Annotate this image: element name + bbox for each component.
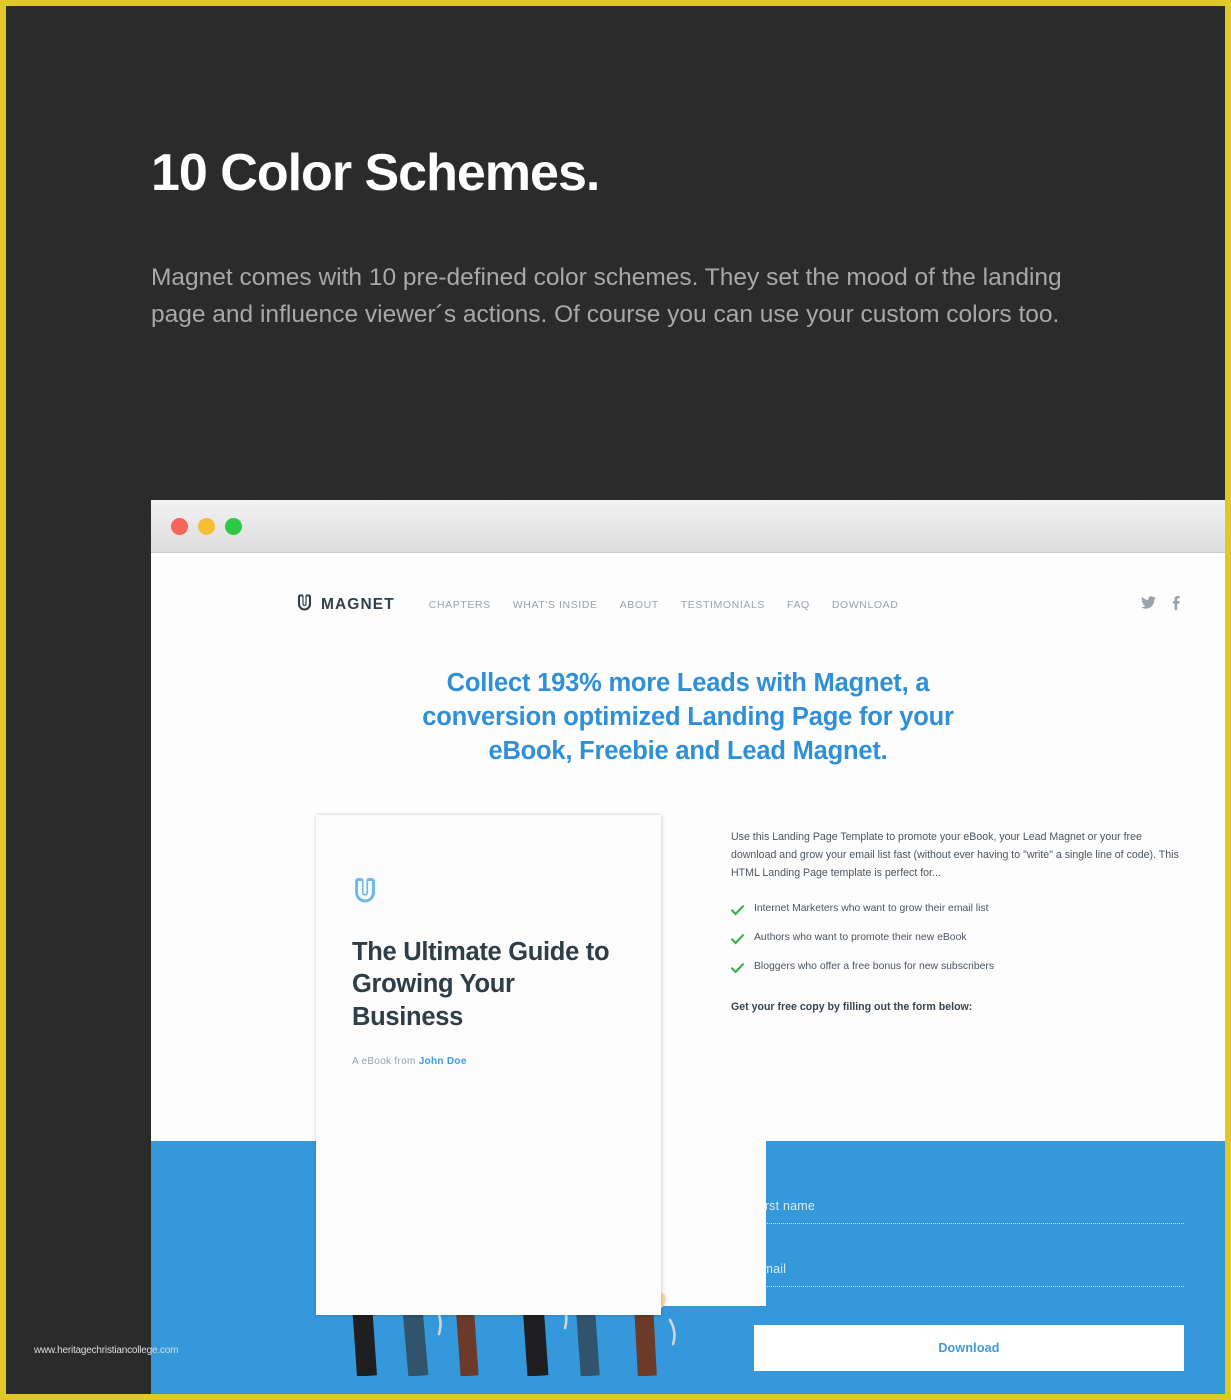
- email-placeholder: Email: [754, 1262, 787, 1276]
- page-title: 10 Color Schemes.: [151, 144, 600, 202]
- ebook-title: The Ultimate Guide to Growing Your Busin…: [352, 937, 610, 1031]
- ebook-author-prefix: A eBook from: [352, 1055, 419, 1067]
- first-name-placeholder: First name: [754, 1199, 816, 1213]
- nav-item-whats-inside[interactable]: WHAT'S INSIDE: [513, 599, 598, 611]
- social-links: [1141, 595, 1180, 615]
- download-button[interactable]: Download: [754, 1325, 1184, 1371]
- benefits-checklist: Internet Marketers who want to grow thei…: [730, 902, 1180, 979]
- brand-name: MAGNET: [321, 596, 395, 613]
- nav-item-chapters[interactable]: CHAPTERS: [429, 599, 491, 611]
- nav-item-about[interactable]: ABOUT: [620, 599, 659, 611]
- nav-item-testimonials[interactable]: TESTIMONIALS: [681, 599, 765, 611]
- minimize-window-button[interactable]: [198, 517, 215, 535]
- hero-paragraph: Use this Landing Page Template to promot…: [731, 830, 1179, 880]
- maximize-window-button[interactable]: [225, 517, 242, 535]
- list-item: Bloggers who offer a free bonus for new …: [730, 960, 1180, 979]
- ebook-author-line: A eBook from John Doe: [352, 1056, 627, 1067]
- email-field[interactable]: Email: [754, 1262, 1184, 1287]
- ebook-cover: The Ultimate Guide to Growing Your Busin…: [316, 814, 661, 1315]
- nav-item-faq[interactable]: FAQ: [787, 599, 810, 611]
- watermark: www.heritagechristiancollege.com: [34, 1345, 179, 1356]
- list-item-label: Authors who want to promote their new eB…: [754, 932, 967, 944]
- site-navigation: MAGNET CHAPTERS WHAT'S INSIDE ABOUT TEST…: [151, 553, 1225, 625]
- browser-titlebar: [151, 500, 1225, 553]
- slide-stage: 10 Color Schemes. Magnet comes with 10 p…: [6, 6, 1225, 1394]
- ebook-column: The Ultimate Guide to Growing Your Busin…: [306, 814, 706, 1315]
- form-lead-text: Get your free copy by filling out the fo…: [731, 1001, 973, 1014]
- nav-item-download[interactable]: DOWNLOAD: [832, 599, 899, 611]
- intro-description: Magnet comes with 10 pre-defined color s…: [151, 263, 1062, 328]
- check-icon: [730, 961, 745, 979]
- twitter-icon[interactable]: [1141, 596, 1156, 614]
- first-name-field[interactable]: First name: [754, 1199, 1184, 1224]
- list-item-label: Internet Marketers who want to grow thei…: [754, 903, 989, 915]
- brand-logo[interactable]: MAGNET: [296, 593, 395, 617]
- list-item: Internet Marketers who want to grow thei…: [730, 902, 1180, 921]
- check-icon: [730, 932, 745, 950]
- browser-window-mockup: MAGNET CHAPTERS WHAT'S INSIDE ABOUT TEST…: [151, 500, 1225, 1394]
- ebook-magnet-icon: [352, 877, 627, 910]
- check-icon: [730, 903, 745, 921]
- lead-capture-form: First name Email Download: [754, 1199, 1184, 1371]
- facebook-icon[interactable]: [1172, 595, 1180, 615]
- intro-block: 10 Color Schemes. Magnet comes with 10 p…: [151, 146, 1111, 333]
- hero-headline: Collect 193% more Leads with Magnet, a c…: [422, 669, 954, 765]
- landing-page-content: MAGNET CHAPTERS WHAT'S INSIDE ABOUT TEST…: [151, 553, 1225, 1394]
- close-window-button[interactable]: [171, 517, 188, 535]
- image-frame: 10 Color Schemes. Magnet comes with 10 p…: [0, 0, 1231, 1400]
- ebook-author-name: John Doe: [418, 1055, 467, 1067]
- list-item: Authors who want to promote their new eB…: [730, 931, 1180, 950]
- list-item-label: Bloggers who offer a free bonus for new …: [754, 961, 995, 973]
- magnet-icon: [296, 593, 313, 617]
- nav-links: CHAPTERS WHAT'S INSIDE ABOUT TESTIMONIAL…: [429, 599, 899, 611]
